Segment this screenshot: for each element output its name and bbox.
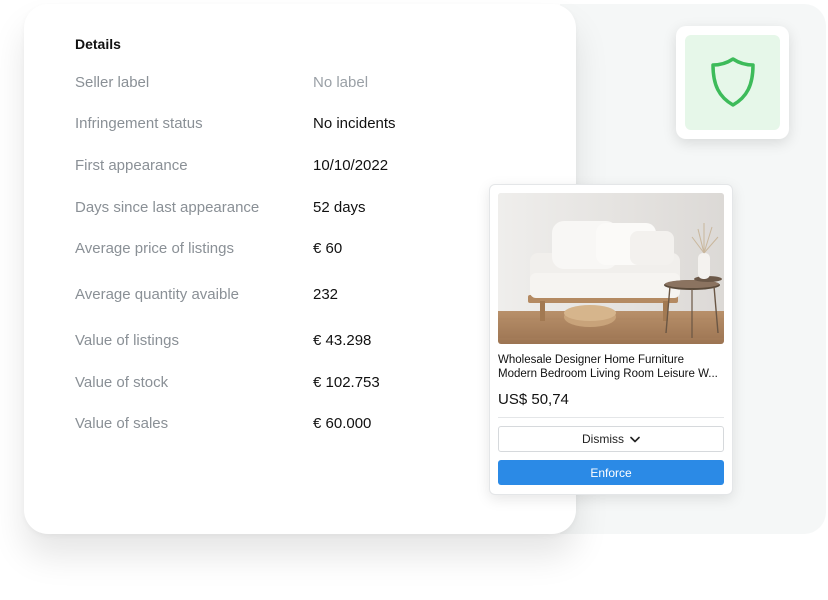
detail-value: € 102.753 — [313, 374, 380, 391]
detail-label: First appearance — [75, 157, 188, 174]
divider — [498, 417, 724, 418]
product-title-line: Modern Bedroom Living Room Leisure W... — [498, 368, 718, 380]
product-title-line: Wholesale Designer Home Furniture — [498, 354, 684, 366]
detail-row-infringement-status: Infringement status No incidents — [24, 115, 576, 135]
product-image — [498, 193, 724, 344]
product-card[interactable]: Wholesale Designer Home Furniture Modern… — [489, 184, 733, 495]
detail-label: Value of stock — [75, 374, 169, 391]
dismiss-label: Dismiss — [582, 432, 624, 446]
detail-label: Value of sales — [75, 415, 169, 432]
detail-row-first-appearance: First appearance 10/10/2022 — [24, 157, 576, 177]
detail-label: Seller label — [75, 74, 150, 91]
page: Details Seller label No label Infringeme… — [0, 0, 828, 600]
enforce-button[interactable]: Enforce — [498, 460, 724, 485]
protection-badge — [676, 26, 789, 139]
detail-value: € 60 — [313, 240, 343, 257]
product-title: Wholesale Designer Home Furniture Modern… — [498, 353, 726, 381]
detail-value: 10/10/2022 — [313, 157, 389, 174]
detail-row-seller-label: Seller label No label — [24, 74, 576, 94]
detail-label: Average quantity avaible — [75, 286, 240, 303]
enforce-label: Enforce — [590, 465, 632, 480]
product-price: US$ 50,74 — [498, 391, 569, 408]
detail-value: No label — [313, 74, 369, 91]
sofa-photo — [498, 193, 724, 344]
chevron-down-icon — [630, 436, 640, 442]
detail-value: No incidents — [313, 115, 396, 132]
detail-value: 232 — [313, 286, 339, 303]
protection-badge-background — [685, 35, 780, 130]
details-title: Details — [75, 36, 121, 52]
detail-label: Infringement status — [75, 115, 203, 132]
detail-value: 52 days — [313, 199, 366, 216]
dismiss-button[interactable]: Dismiss — [498, 426, 724, 452]
detail-label: Average price of listings — [75, 240, 234, 257]
detail-label: Value of listings — [75, 332, 179, 349]
shield-icon — [711, 57, 755, 107]
detail-label: Days since last appearance — [75, 199, 260, 216]
detail-value: € 43.298 — [313, 332, 372, 349]
detail-value: € 60.000 — [313, 415, 372, 432]
